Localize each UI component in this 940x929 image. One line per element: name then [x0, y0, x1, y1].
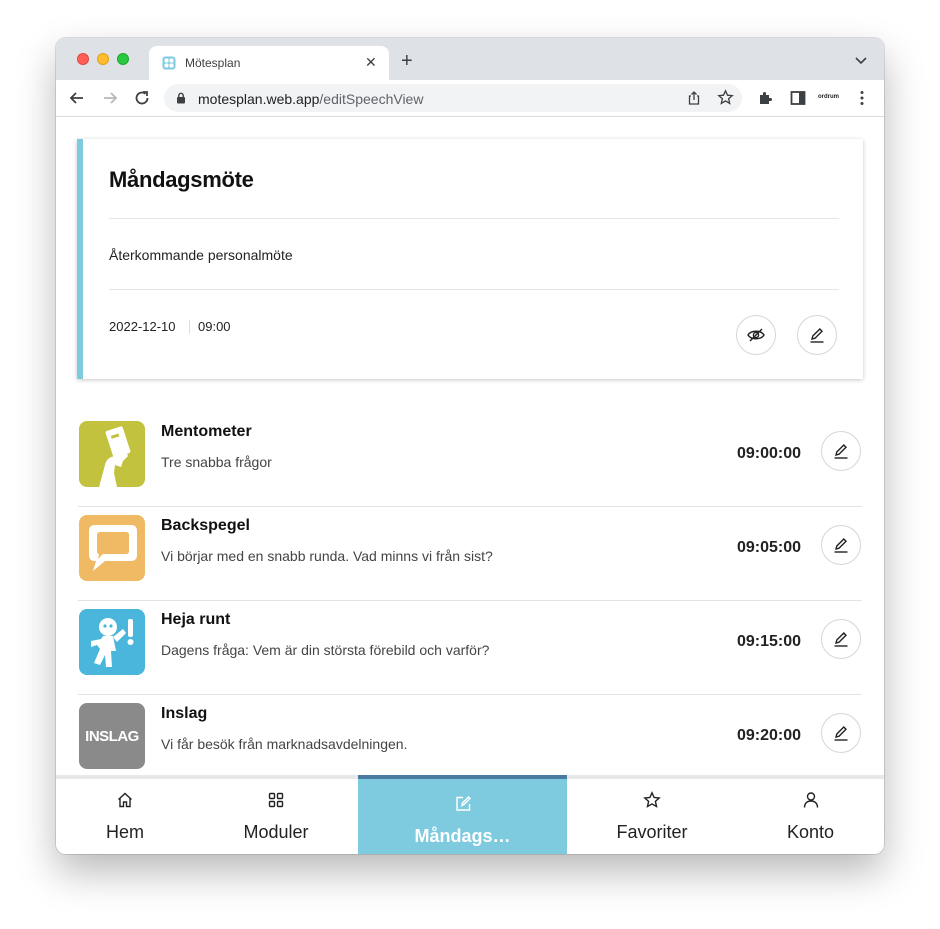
agenda-item-subtitle: Tre snabba frågor: [161, 454, 272, 470]
address-bar[interactable]: motesplan.web.app/editSpeechView: [164, 84, 742, 112]
browser-toolbar: motesplan.web.app/editSpeechView ordrum: [56, 80, 884, 117]
pencil-icon: [834, 726, 848, 741]
pencil-icon: [810, 328, 824, 343]
nav-item-current-meeting[interactable]: Måndags…: [358, 775, 567, 854]
agenda-item-title: Heja runt: [161, 611, 231, 628]
tab-strip: Mötesplan ✕ +: [56, 38, 884, 80]
extensions-puzzle-icon[interactable]: [757, 89, 775, 107]
reload-icon[interactable]: [133, 89, 151, 107]
hand-holding-phone-icon: [79, 421, 145, 487]
agenda-item-mentometer[interactable]: Mentometer Tre snabba frågor 09:00:00: [78, 413, 862, 507]
browser-tab[interactable]: Mötesplan ✕: [149, 46, 389, 80]
agenda-item-title: Mentometer: [161, 423, 252, 440]
edit-item-button[interactable]: [821, 525, 861, 565]
pencil-icon: [834, 538, 848, 553]
grid-icon: [268, 792, 284, 808]
inslag-label-icon: INSLAG: [79, 703, 145, 769]
meeting-title: Måndagsmöte: [109, 167, 254, 192]
new-tab-button[interactable]: +: [401, 51, 413, 71]
agenda-item-time: 09:05:00: [737, 539, 802, 556]
tab-close-icon[interactable]: ✕: [365, 54, 377, 70]
side-panel-icon[interactable]: [789, 89, 807, 107]
meeting-description: Återkommande personalmöte: [109, 247, 293, 263]
meeting-card: Måndagsmöte Återkommande personalmöte 20…: [77, 139, 863, 379]
lock-icon: [177, 92, 185, 104]
nav-item-home[interactable]: Hem: [56, 779, 194, 854]
edit-item-button[interactable]: [821, 619, 861, 659]
nav-item-modules[interactable]: Moduler: [194, 779, 358, 854]
tab-title: Mötesplan: [185, 56, 241, 70]
agenda-item-time: 09:15:00: [737, 633, 802, 650]
eye-off-icon: [747, 328, 765, 342]
divider: [109, 289, 839, 290]
toggle-visibility-button[interactable]: [736, 315, 776, 355]
agenda-item-backspegel[interactable]: Backspegel Vi börjar med en snabb runda.…: [78, 507, 862, 601]
nav-item-favorites[interactable]: Favoriter: [567, 779, 737, 854]
agenda-item-subtitle: Dagens fråga: Vem är din största förebil…: [161, 642, 490, 658]
date-time-separator: [189, 320, 190, 334]
home-icon: [118, 792, 132, 808]
share-icon[interactable]: [686, 90, 702, 106]
agenda-item-subtitle: Vi börjar med en snabb runda. Vad minns …: [161, 548, 493, 564]
ordrum-extension-icon[interactable]: ordrum: [818, 94, 839, 100]
meeting-time: 09:00: [198, 319, 231, 334]
maximize-window-button[interactable]: [117, 53, 129, 65]
agenda-item-subtitle: Vi får besök från marknadsavdelningen.: [161, 736, 408, 752]
agenda-item-heja-runt[interactable]: Heja runt Dagens fråga: Vem är din störs…: [78, 601, 862, 695]
forward-arrow-icon[interactable]: [101, 89, 119, 107]
user-icon: [803, 792, 818, 808]
nav-label: Måndags…: [414, 826, 511, 846]
browser-menu-icon[interactable]: [853, 89, 871, 107]
edit-icon: [455, 796, 471, 811]
agenda-item-title: Inslag: [161, 705, 208, 722]
agenda-item-time: 09:00:00: [737, 445, 802, 462]
back-arrow-icon[interactable]: [68, 89, 86, 107]
nav-label: Moduler: [243, 822, 309, 842]
close-window-button[interactable]: [77, 53, 89, 65]
url-text: motesplan.web.app/editSpeechView: [198, 91, 424, 107]
pencil-icon: [834, 632, 848, 647]
nav-item-account[interactable]: Konto: [737, 779, 884, 854]
bookmark-star-icon[interactable]: [717, 89, 734, 106]
browser-window: Mötesplan ✕ + motesplan.web.app/editSpee…: [56, 38, 884, 854]
divider: [109, 218, 839, 219]
nav-label: Hem: [105, 822, 144, 842]
speech-bubble-icon: [79, 515, 145, 581]
star-icon: [643, 791, 661, 808]
pencil-icon: [834, 444, 848, 459]
tab-search-chevron-icon[interactable]: [854, 55, 868, 65]
nav-label: Konto: [786, 822, 835, 842]
meeting-date: 2022-12-10: [109, 319, 176, 334]
bottom-nav: Hem Moduler Måndags… Favoriter Konto: [56, 775, 884, 854]
edit-item-button[interactable]: [821, 431, 861, 471]
agenda-item-title: Backspegel: [161, 517, 250, 534]
cheering-figure-icon: [79, 609, 145, 675]
page-viewport: Måndagsmöte Återkommande personalmöte 20…: [56, 117, 884, 854]
edit-item-button[interactable]: [821, 713, 861, 753]
minimize-window-button[interactable]: [97, 53, 109, 65]
agenda-item-time: 09:20:00: [737, 727, 802, 744]
edit-meeting-button[interactable]: [797, 315, 837, 355]
inslag-icon-text: INSLAG: [85, 727, 139, 745]
app-favicon-icon: [162, 56, 176, 70]
nav-label: Favoriter: [616, 822, 688, 842]
